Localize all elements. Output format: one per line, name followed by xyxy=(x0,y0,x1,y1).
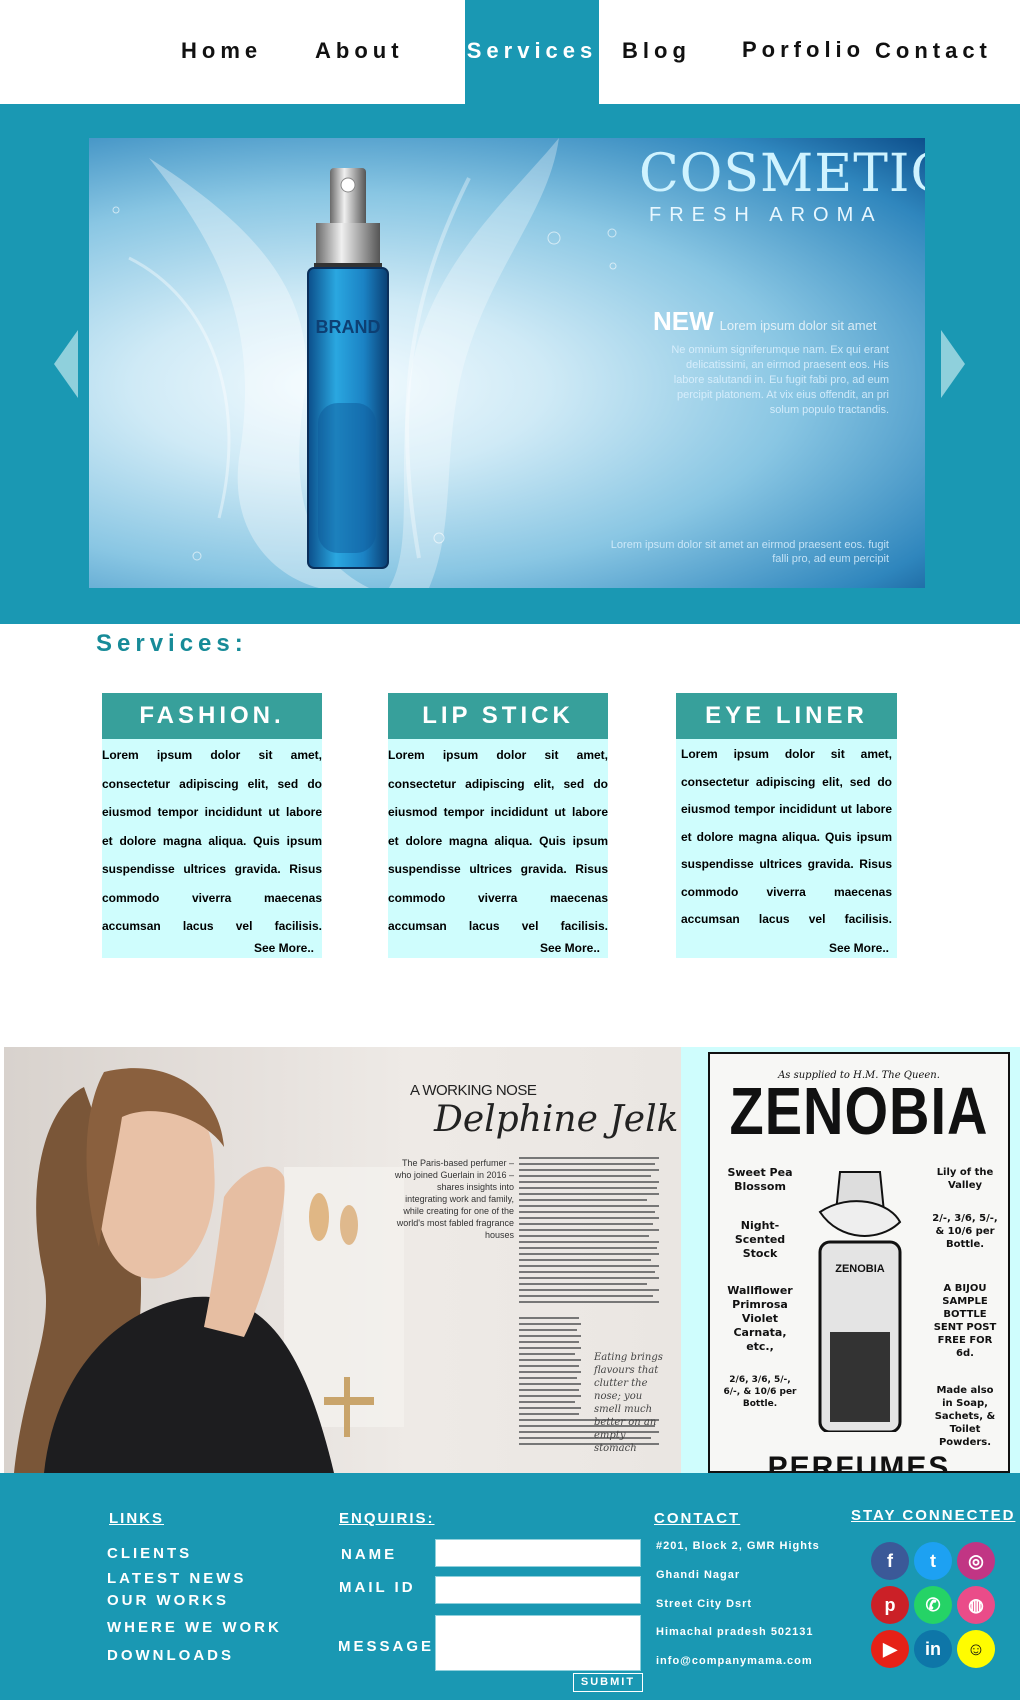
hero-title: COSMETIC xyxy=(639,144,925,204)
hero-new-label: NEW xyxy=(653,306,714,336)
pinterest-icon[interactable]: p xyxy=(871,1586,909,1624)
facebook-icon[interactable]: f xyxy=(871,1542,909,1580)
carousel-prev-arrow-icon[interactable] xyxy=(54,330,78,398)
see-more-link[interactable]: See More.. xyxy=(254,941,314,955)
ad-right-2: 2/-, 3/6, 5/-, & 10/6 per Bottle. xyxy=(932,1213,998,1250)
hero-footer-text: Lorem ipsum dolor sit amet an eirmod pra… xyxy=(610,539,889,565)
service-card-eyeliner: EYE LINER Lorem ipsum dolor sit amet, co… xyxy=(676,693,897,958)
footer-links-title: LINKS xyxy=(109,1510,164,1527)
footer-link-our-works[interactable]: OUR WORKS xyxy=(107,1592,229,1609)
hero-paragraph: Ne omnium signiferumque nam. Ex qui eran… xyxy=(671,344,889,416)
hero-subtitle: FRESH AROMA xyxy=(649,204,883,226)
instagram-icon-glyph: ◎ xyxy=(968,1550,984,1571)
service-card-title: LIP STICK xyxy=(388,693,608,739)
ad-left-3: Wallflower Primrosa Violet Carnata, etc.… xyxy=(727,1284,793,1353)
ad-right-4: Made also in Soap, Sachets, & Toilet Pow… xyxy=(934,1385,996,1448)
youtube-icon[interactable]: ▶ xyxy=(871,1630,909,1668)
footer-link-where-we-work[interactable]: WHERE WE WORK xyxy=(107,1619,282,1636)
service-card-lipstick: LIP STICK Lorem ipsum dolor sit amet, co… xyxy=(388,693,608,958)
magazine-headline: Delphine Jelk xyxy=(434,1099,679,1140)
submit-button[interactable]: SUBMIT xyxy=(573,1673,643,1692)
ad-title: ZENOBIA xyxy=(729,1072,989,1149)
footer-link-clients[interactable]: CLIENTS xyxy=(107,1545,192,1562)
ad-bottle-label: ZENOBIA xyxy=(835,1263,885,1275)
linkedin-icon-glyph: in xyxy=(925,1638,941,1659)
service-card-text: Lorem ipsum dolor sit amet, consectetur … xyxy=(681,747,892,926)
dribbble-icon[interactable]: ◍ xyxy=(957,1586,995,1624)
message-label: MESSAGE xyxy=(338,1638,435,1655)
footer-contact-title: CONTACT xyxy=(654,1510,741,1527)
name-input[interactable] xyxy=(435,1539,641,1567)
contact-line-area: Ghandi Nagar xyxy=(656,1569,741,1581)
service-card-text: Lorem ipsum dolor sit amet, consectetur … xyxy=(388,748,608,933)
contact-line-address: #201, Block 2, GMR Hights xyxy=(656,1540,820,1552)
mail-id-label: MAIL ID xyxy=(339,1579,416,1596)
hero-banner-image: BRAND COSMETIC FRESH AROMA NEW Lorem ipsu… xyxy=(89,138,925,588)
footer-link-latest-news[interactable]: LATEST NEWS xyxy=(107,1570,246,1587)
twitter-icon[interactable]: t xyxy=(914,1542,952,1580)
vintage-ad-panel: As supplied to H.M. The Queen. ZENOBIA S… xyxy=(681,1047,1020,1473)
see-more-link[interactable]: See More.. xyxy=(540,941,600,955)
ad-left-4: 2/6, 3/6, 5/-, 6/-, & 10/6 per Bottle. xyxy=(723,1375,797,1409)
zenobia-ad-image: As supplied to H.M. The Queen. ZENOBIA S… xyxy=(708,1052,1010,1473)
hero-carousel: BRAND COSMETIC FRESH AROMA NEW Lorem ipsu… xyxy=(0,104,1020,624)
nav-services[interactable]: Services xyxy=(465,0,599,104)
message-textarea[interactable] xyxy=(435,1615,641,1671)
footer-stay-connected-title: STAY CONNECTED xyxy=(851,1507,1016,1524)
nav-about[interactable]: About xyxy=(315,38,404,64)
mail-id-input[interactable] xyxy=(435,1576,641,1604)
hero-new-text: Lorem ipsum dolor sit amet xyxy=(719,318,877,333)
woman-portrait-graphic xyxy=(14,1068,404,1473)
nav-blog[interactable]: Blog xyxy=(622,38,691,64)
contact-line-email[interactable]: info@companymama.com xyxy=(656,1655,813,1667)
footer-enquiry-title: ENQUIRIS: xyxy=(339,1510,435,1527)
vintage-bottle-graphic: ZENOBIA xyxy=(818,1171,902,1432)
service-card-title: FASHION. xyxy=(102,693,322,739)
twitter-icon-glyph: t xyxy=(930,1550,936,1571)
magazine-pull-quote: Eating brings flavours that clutter the … xyxy=(594,1352,663,1454)
footer: LINKS CLIENTS LATEST NEWS OUR WORKS WHER… xyxy=(0,1473,1020,1700)
youtube-icon-glyph: ▶ xyxy=(883,1638,897,1659)
see-more-link[interactable]: See More.. xyxy=(829,941,889,955)
perfume-bottle-graphic: BRAND xyxy=(307,168,389,569)
ad-right-1: Lily of the Valley xyxy=(936,1167,994,1191)
magazine-lead: The Paris-based perfumer – who joined Gu… xyxy=(394,1158,514,1240)
nav-portfolio[interactable]: Porfolio xyxy=(742,37,865,63)
carousel-next-arrow-icon[interactable] xyxy=(941,330,965,398)
service-card-text: Lorem ipsum dolor sit amet, consectetur … xyxy=(102,748,322,933)
page: Home About Services Blog Porfolio Contac… xyxy=(0,0,1020,1700)
footer-link-downloads[interactable]: DOWNLOADS xyxy=(107,1647,234,1664)
service-card-fashion: FASHION. Lorem ipsum dolor sit amet, con… xyxy=(102,693,322,958)
magazine-kicker: A WORKING NOSE xyxy=(410,1082,537,1099)
ad-right-3: A BIJOU SAMPLE BOTTLE SENT POST FREE FOR… xyxy=(933,1283,997,1359)
contact-line-state: Himachal pradesh 502131 xyxy=(656,1626,814,1638)
linkedin-icon[interactable]: in xyxy=(914,1630,952,1668)
ad-left-1: Sweet Pea Blossom xyxy=(727,1166,793,1193)
whatsapp-icon[interactable]: ✆ xyxy=(914,1586,952,1624)
ad-bottom-perfumes: PERFUMES xyxy=(767,1451,951,1473)
snapchat-icon[interactable]: ☺ xyxy=(957,1630,995,1668)
pinterest-icon-glyph: p xyxy=(884,1594,896,1615)
service-card-title: EYE LINER xyxy=(676,693,897,739)
top-nav: Home About Services Blog Porfolio Contac… xyxy=(0,0,1020,104)
bottle-brand-label: BRAND xyxy=(316,317,381,337)
hero-new-line: NEW Lorem ipsum dolor sit amet xyxy=(653,306,876,337)
instagram-icon[interactable]: ◎ xyxy=(957,1542,995,1580)
nav-home[interactable]: Home xyxy=(181,38,262,64)
magazine-feature-image: A WORKING NOSE Delphine Jelk The Paris-b… xyxy=(4,1047,681,1473)
facebook-icon-glyph: f xyxy=(887,1550,893,1571)
ad-left-2: Night-Scented Stock xyxy=(734,1219,786,1260)
name-label: NAME xyxy=(341,1546,398,1563)
services-title: Services: xyxy=(96,630,248,657)
whatsapp-icon-glyph: ✆ xyxy=(925,1594,941,1615)
dribbble-icon-glyph: ◍ xyxy=(968,1594,984,1615)
nav-contact[interactable]: Contact xyxy=(875,38,992,64)
snapchat-icon-glyph: ☺ xyxy=(966,1638,986,1659)
contact-line-street: Street City Dsrt xyxy=(656,1598,753,1610)
